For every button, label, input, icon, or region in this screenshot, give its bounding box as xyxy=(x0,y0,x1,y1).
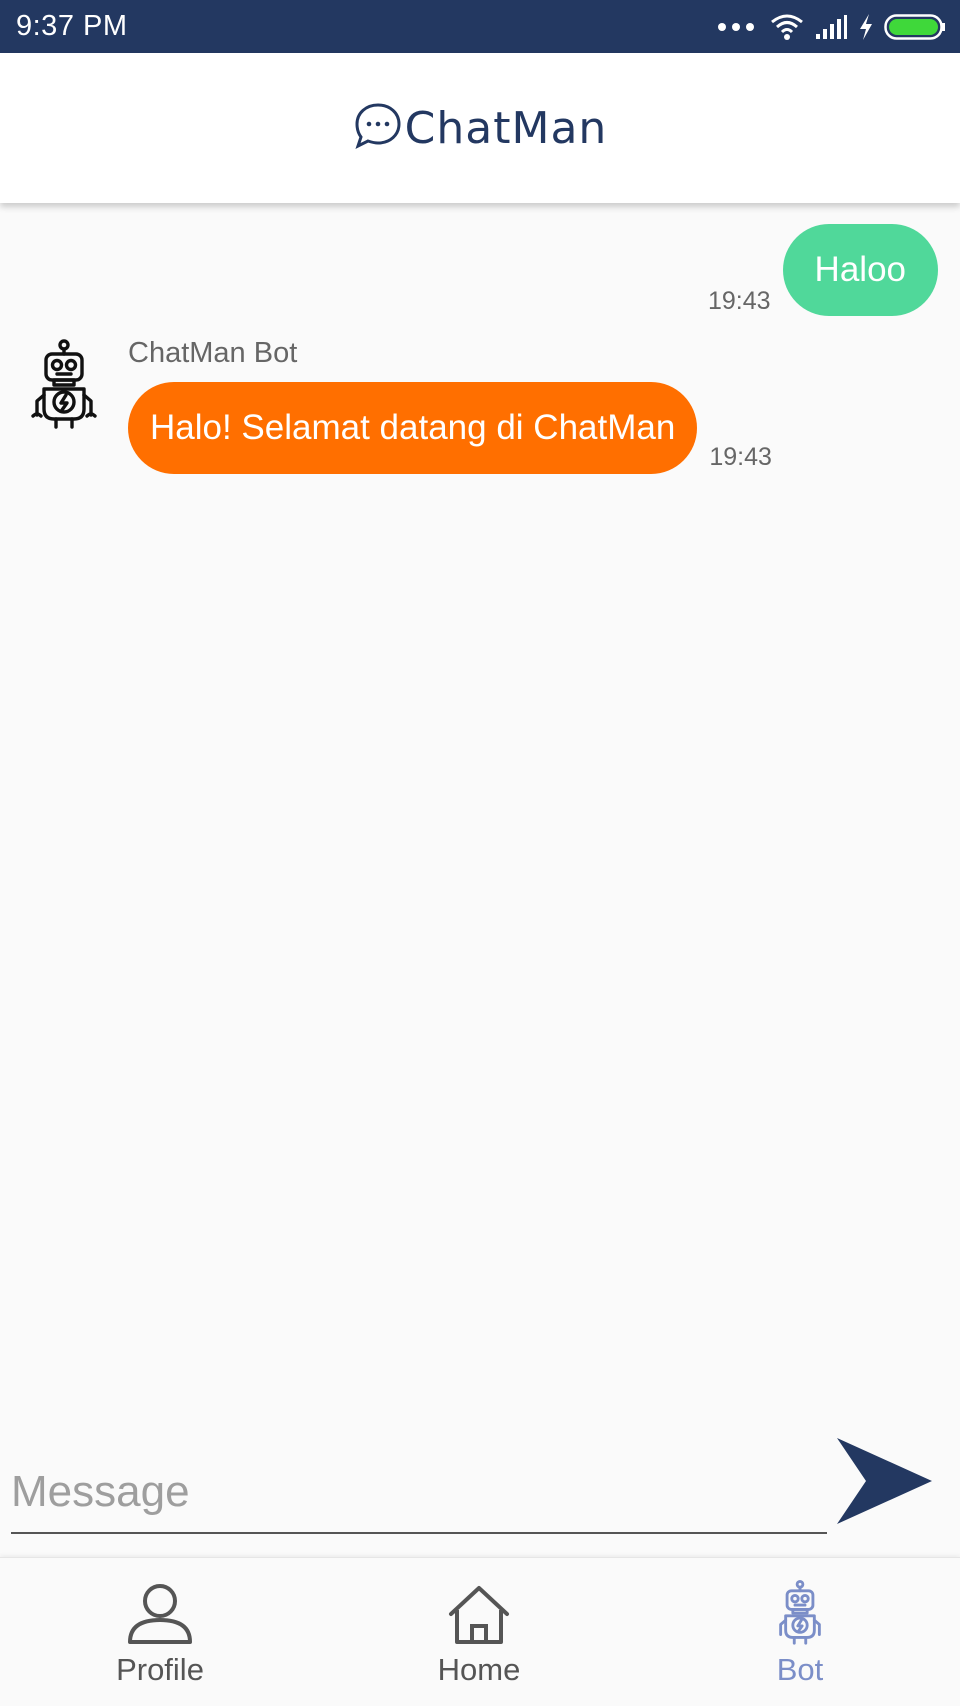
message-time: 19:43 xyxy=(707,287,771,315)
nav-label: Home xyxy=(437,1652,521,1687)
robot-icon xyxy=(774,1578,826,1646)
wifi-icon xyxy=(770,13,804,41)
bottom-nav: Profile Home Bot xyxy=(0,1557,960,1706)
message-time: 19:43 xyxy=(709,443,772,471)
status-icons xyxy=(716,13,946,41)
status-time: 9:37 PM xyxy=(16,10,128,42)
signal-icon xyxy=(814,14,848,40)
send-button[interactable] xyxy=(834,1435,934,1527)
nav-item-bot[interactable]: Bot xyxy=(700,1558,900,1706)
robot-icon xyxy=(28,339,100,431)
more-dots-icon xyxy=(716,21,760,33)
brand-logo: ChatMan xyxy=(353,101,608,156)
charging-icon xyxy=(858,13,874,41)
incoming-message: ChatMan Bot Halo! Selamat datang di Chat… xyxy=(28,337,772,474)
message-composer xyxy=(0,1430,960,1555)
home-icon xyxy=(447,1578,511,1646)
app-title: ChatMan xyxy=(404,102,608,154)
sender-name: ChatMan Bot xyxy=(128,337,298,369)
nav-item-profile[interactable]: Profile xyxy=(60,1558,260,1706)
send-arrow-icon xyxy=(834,1438,934,1530)
nav-label: Bot xyxy=(776,1652,824,1687)
incoming-bubble[interactable]: Halo! Selamat datang di ChatMan xyxy=(128,382,698,474)
person-icon xyxy=(125,1578,195,1646)
outgoing-message: 19:43 Haloo xyxy=(708,224,938,316)
battery-icon xyxy=(884,13,946,41)
outgoing-bubble[interactable]: Haloo xyxy=(782,224,938,316)
chat-area[interactable]: 19:43 Haloo ChatMan Bot Halo! Selamat da… xyxy=(0,203,960,1433)
chat-bubble-icon xyxy=(353,101,403,156)
nav-item-home[interactable]: Home xyxy=(379,1558,579,1706)
message-input[interactable] xyxy=(11,1452,827,1534)
status-bar: 9:37 PM xyxy=(0,0,960,53)
app-header: ChatMan xyxy=(0,53,960,203)
nav-label: Profile xyxy=(116,1652,204,1687)
